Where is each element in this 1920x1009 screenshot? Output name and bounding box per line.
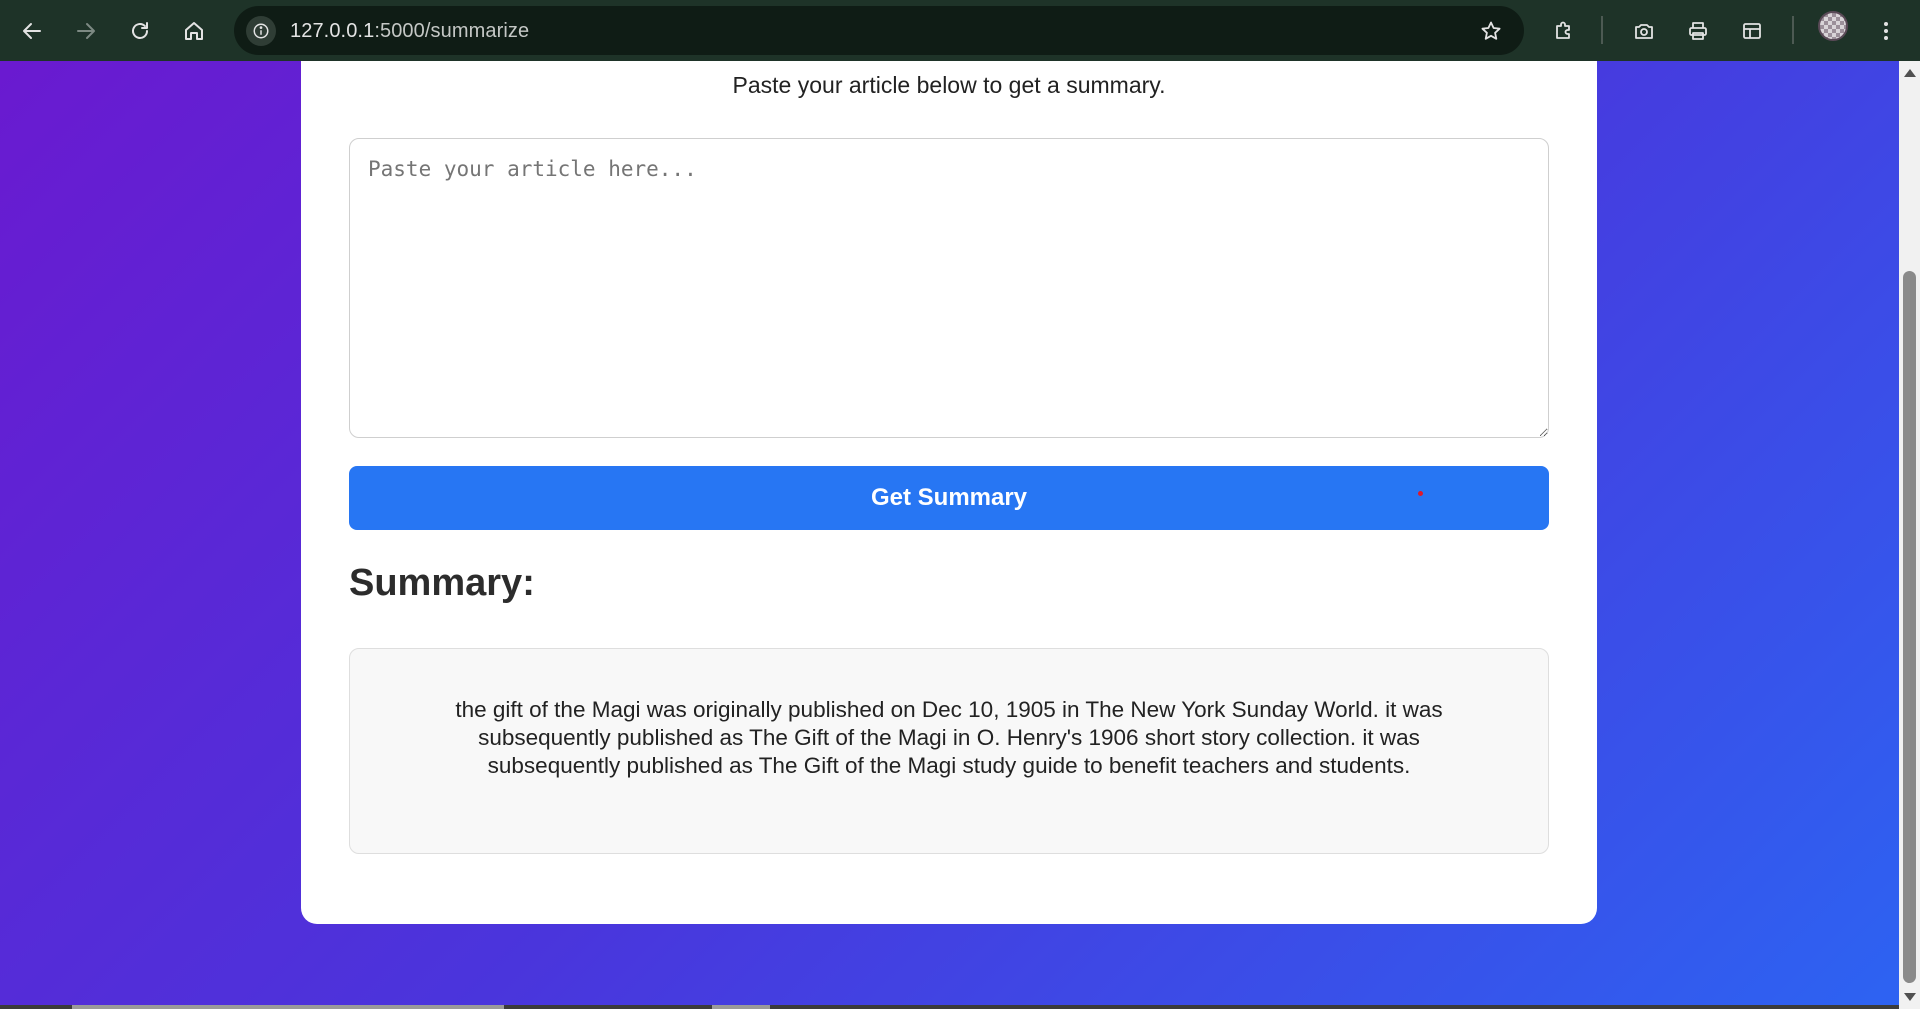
- info-icon[interactable]: [246, 16, 276, 46]
- url-path: :5000/summarize: [374, 20, 530, 42]
- reload-icon[interactable]: [120, 11, 160, 51]
- horizontal-scroll-segment: [712, 1005, 770, 1009]
- puzzle-icon[interactable]: [1544, 11, 1584, 51]
- summary-text: the gift of the Magi was originally publ…: [455, 697, 1443, 778]
- url-host: 127.0.0.1: [290, 20, 375, 42]
- url-text[interactable]: 127.0.0.1:5000/summarize: [290, 20, 529, 43]
- address-bar[interactable]: 127.0.0.1:5000/summarize: [234, 6, 1524, 55]
- scroll-down-arrow-icon[interactable]: [1904, 993, 1916, 1001]
- toolbar-divider: [1792, 16, 1794, 44]
- browser-toolbar: 127.0.0.1:5000/summarize: [0, 0, 1920, 61]
- camera-icon[interactable]: [1624, 11, 1664, 51]
- horizontal-scrollbar[interactable]: [0, 1005, 1899, 1009]
- layout-icon[interactable]: [1732, 11, 1772, 51]
- summarizer-card: Paste your article below to get a summar…: [301, 61, 1597, 924]
- star-icon[interactable]: [1476, 16, 1506, 46]
- kebab-menu-icon[interactable]: [1866, 11, 1906, 51]
- summary-output-box: the gift of the Magi was originally publ…: [349, 648, 1549, 854]
- home-icon[interactable]: [174, 11, 214, 51]
- toolbar-divider: [1601, 16, 1603, 44]
- page-viewport: Paste your article below to get a summar…: [0, 61, 1899, 1009]
- scroll-up-arrow-icon[interactable]: [1904, 69, 1916, 77]
- horizontal-scroll-thumb[interactable]: [72, 1005, 504, 1009]
- article-textarea[interactable]: [349, 138, 1549, 438]
- printer-icon[interactable]: [1678, 11, 1718, 51]
- scrollbar-thumb[interactable]: [1903, 271, 1916, 983]
- mouse-cursor-dot: [1418, 491, 1423, 496]
- profile-avatar[interactable]: [1818, 11, 1848, 41]
- forward-arrow-icon[interactable]: [66, 11, 106, 51]
- get-summary-button[interactable]: Get Summary: [349, 466, 1549, 530]
- vertical-scrollbar[interactable]: [1899, 61, 1920, 1009]
- summary-heading: Summary:: [349, 562, 535, 604]
- page-subtitle: Paste your article below to get a summar…: [732, 72, 1166, 98]
- back-arrow-icon[interactable]: [12, 11, 52, 51]
